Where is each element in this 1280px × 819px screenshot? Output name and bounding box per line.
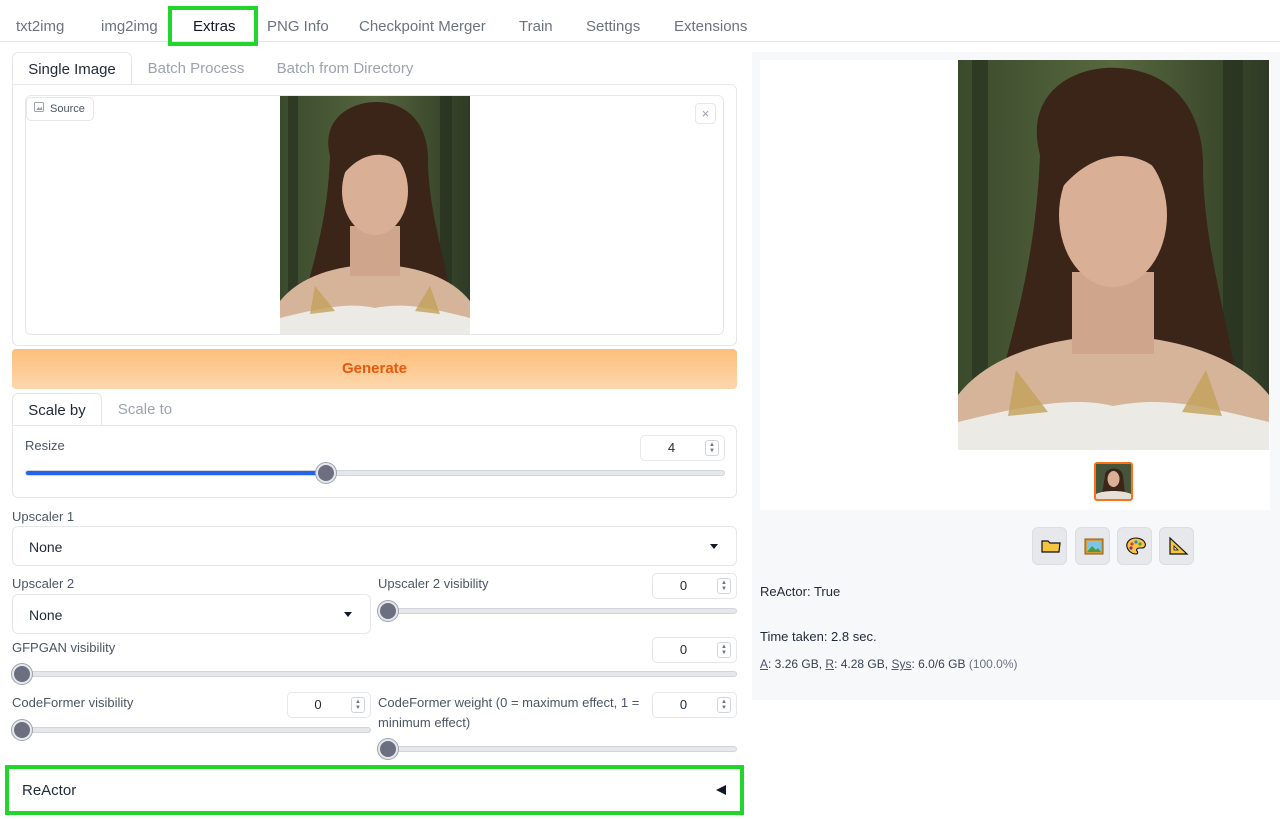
chevron-down-icon	[710, 544, 718, 549]
upscaler2-visibility-label: Upscaler 2 visibility	[378, 576, 489, 591]
upscaler2-visibility-input[interactable]: 0 ▲ ▼	[652, 573, 737, 599]
codeformer-weight-label: CodeFormer weight (0 = maximum effect, 1…	[378, 695, 640, 710]
gallery-thumbnail[interactable]	[1094, 462, 1133, 501]
mem-a-key: A	[760, 657, 769, 671]
codeformer-visibility-thumb[interactable]	[12, 720, 32, 740]
gfpgan-label: GFPGAN visibility	[12, 640, 116, 655]
stepper-icon[interactable]: ▲ ▼	[717, 578, 731, 594]
stepper-icon[interactable]: ▲ ▼	[705, 440, 719, 456]
codeformer-weight-label-line2: minimum effect)	[378, 715, 471, 730]
codeformer-weight-track[interactable]	[380, 746, 737, 752]
tab-img2img[interactable]: img2img	[101, 0, 158, 42]
tab-train[interactable]: Train	[519, 0, 553, 42]
generate-button[interactable]: Generate	[12, 349, 737, 389]
gfpgan-thumb[interactable]	[12, 664, 32, 684]
time-taken: Time taken: 2.8 sec.	[760, 629, 877, 644]
open-folder-button[interactable]	[1032, 527, 1067, 565]
codeformer-visibility-input[interactable]: 0 ▲ ▼	[287, 692, 371, 718]
reactor-status: ReActor: True	[760, 584, 841, 599]
send-to-img2img-button[interactable]	[1075, 527, 1110, 565]
codeformer-weight-thumb[interactable]	[378, 739, 398, 759]
upscaler2-visibility-thumb[interactable]	[378, 601, 398, 621]
subtab-batch-process[interactable]: Batch Process	[140, 52, 252, 84]
gfpgan-input[interactable]: 0 ▲ ▼	[652, 637, 737, 663]
upscaler1-dropdown[interactable]: None	[12, 526, 737, 566]
gfpgan-track[interactable]	[14, 671, 737, 677]
upscaler1-label: Upscaler 1	[12, 509, 75, 524]
mem-r-key: R	[825, 657, 835, 671]
resize-slider-fill	[26, 471, 326, 475]
resize-number-input[interactable]: 4 ▲ ▼	[640, 435, 725, 461]
codeformer-visibility-track[interactable]	[14, 727, 371, 733]
upscaler2-visibility-track[interactable]	[380, 608, 737, 614]
clear-image-button[interactable]: ×	[695, 103, 716, 124]
stepper-icon[interactable]: ▲ ▼	[717, 642, 731, 658]
mem-r-value: : 4.28 GB,	[834, 657, 892, 671]
codeformer-weight-value: 0	[679, 697, 688, 712]
scale-by-panel	[12, 425, 737, 498]
mem-sys-key: Sys	[891, 657, 912, 671]
stepper-icon[interactable]: ▲ ▼	[717, 697, 731, 713]
mem-sys-value: : 6.0/6 GB	[911, 657, 969, 671]
send-to-extras-button[interactable]	[1159, 527, 1194, 565]
source-label: Source	[50, 103, 85, 115]
tab-extensions[interactable]: Extensions	[674, 0, 747, 42]
resize-label: Resize	[25, 438, 65, 453]
palette-icon	[1126, 537, 1146, 555]
tab-scale-to[interactable]: Scale to	[108, 393, 182, 425]
folder-icon	[1041, 540, 1061, 553]
mem-sys-percent: (100.0%)	[968, 657, 1018, 671]
upscaler2-dropdown[interactable]: None	[12, 594, 371, 634]
send-to-inpaint-button[interactable]	[1117, 527, 1152, 565]
resize-slider-track[interactable]	[25, 470, 725, 476]
reactor-accordion-title: ReActor	[22, 782, 77, 799]
tab-scale-by[interactable]: Scale by	[12, 393, 102, 426]
gfpgan-value: 0	[679, 642, 688, 657]
tab-png-info[interactable]: PNG Info	[267, 0, 329, 42]
source-image	[280, 96, 470, 334]
ruler-icon	[1169, 536, 1189, 555]
tab-txt2img[interactable]: txt2img	[16, 0, 64, 42]
memory-usage: A: 3.26 GB, R: 4.28 GB, Sys: 6.0/6 GB (1…	[760, 657, 1018, 671]
tab-checkpoint-merger[interactable]: Checkpoint Merger	[359, 0, 486, 42]
codeformer-weight-input[interactable]: 0 ▲ ▼	[652, 692, 737, 718]
tab-extras[interactable]: Extras	[193, 0, 236, 42]
codeformer-visibility-label: CodeFormer visibility	[12, 695, 134, 710]
source-label-chip: Source	[26, 97, 94, 121]
main-tab-bar: txt2img img2img Extras PNG Info Checkpoi…	[0, 0, 1280, 42]
resize-slider-thumb[interactable]	[316, 463, 336, 483]
image-icon	[34, 98, 44, 120]
mem-a-value: : 3.26 GB,	[768, 657, 826, 671]
tab-settings[interactable]: Settings	[586, 0, 640, 42]
reactor-accordion[interactable]: ReActor	[8, 768, 742, 812]
chevron-down-icon	[344, 612, 352, 617]
subtab-single-image[interactable]: Single Image	[12, 52, 132, 85]
codeformer-visibility-value: 0	[314, 697, 322, 712]
upscaler2-label: Upscaler 2	[12, 576, 75, 591]
stepper-icon[interactable]: ▲ ▼	[351, 697, 365, 713]
resize-value: 4	[667, 440, 676, 455]
output-image[interactable]	[958, 60, 1269, 450]
subtab-batch-from-directory[interactable]: Batch from Directory	[266, 52, 424, 84]
upscaler2-value: None	[29, 607, 63, 623]
image-icon	[1084, 538, 1104, 555]
collapse-arrow-icon	[716, 785, 726, 795]
upscaler1-value: None	[29, 539, 63, 555]
upscaler2-visibility-value: 0	[679, 578, 688, 593]
